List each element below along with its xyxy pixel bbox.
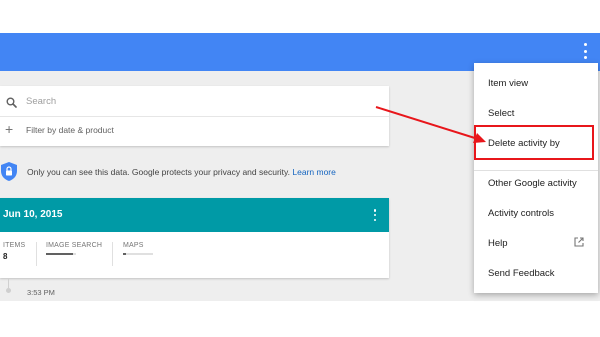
menu-item-help[interactable]: Help xyxy=(474,229,598,257)
stat-divider xyxy=(36,242,37,266)
shield-lock-icon xyxy=(0,161,18,187)
timeline-dot xyxy=(6,288,11,293)
search-input[interactable] xyxy=(26,92,366,110)
search-card: + Filter by date & product xyxy=(0,86,389,146)
timeline-entry: 3:53 PM xyxy=(0,278,389,301)
privacy-notice: Only you can see this data. Google prote… xyxy=(0,161,389,181)
menu-item-other-google-activity[interactable]: Other Google activity xyxy=(474,169,598,197)
stat-label: ITEMS xyxy=(3,242,26,249)
menu-item-label: Item view xyxy=(488,78,529,89)
stat-maps[interactable]: MAPS xyxy=(123,242,153,255)
menu-item-label: Select xyxy=(488,108,515,119)
overflow-menu: Item view Select Delete activity by Othe… xyxy=(474,63,598,293)
privacy-message: Only you can see this data. Google prote… xyxy=(27,167,291,177)
day-card-header: Jun 10, 2015 xyxy=(0,198,389,232)
stat-bar xyxy=(46,253,76,255)
stat-items[interactable]: ITEMS 8 xyxy=(3,242,25,261)
stat-value: 8 xyxy=(3,252,8,261)
menu-item-label: Help xyxy=(488,238,508,249)
privacy-text: Only you can see this data. Google prote… xyxy=(27,167,336,177)
stat-image-search[interactable]: IMAGE SEARCH xyxy=(46,242,102,255)
day-card-date: Jun 10, 2015 xyxy=(3,209,63,220)
search-icon[interactable] xyxy=(6,95,17,113)
timeline-time: 3:53 PM xyxy=(27,288,55,297)
stat-divider xyxy=(112,242,113,266)
stat-bar xyxy=(123,253,153,255)
menu-item-select[interactable]: Select xyxy=(474,99,598,127)
menu-item-activity-controls[interactable]: Activity controls xyxy=(474,199,598,227)
plus-icon[interactable]: + xyxy=(5,121,13,137)
menu-item-label: Send Feedback xyxy=(488,268,555,279)
search-row xyxy=(0,86,389,117)
filter-row[interactable]: + Filter by date & product xyxy=(0,117,389,146)
menu-item-label: Other Google activity xyxy=(488,178,577,189)
open-in-new-icon xyxy=(574,237,584,250)
more-vert-icon[interactable] xyxy=(373,209,377,221)
menu-item-send-feedback[interactable]: Send Feedback xyxy=(474,259,598,287)
menu-item-item-view[interactable]: Item view xyxy=(474,69,598,97)
annotation-highlight-box xyxy=(474,125,594,160)
stat-label: IMAGE SEARCH xyxy=(46,242,103,249)
filter-label[interactable]: Filter by date & product xyxy=(26,125,114,135)
timeline-line xyxy=(8,278,9,288)
stat-label: MAPS xyxy=(123,242,144,249)
day-card-stats: ITEMS 8 IMAGE SEARCH MAPS xyxy=(0,232,389,278)
menu-item-label: Activity controls xyxy=(488,208,554,219)
more-options-icon[interactable] xyxy=(582,43,588,59)
learn-more-link[interactable]: Learn more xyxy=(292,167,335,177)
stat-bar-fill xyxy=(46,253,73,255)
stat-bar-fill xyxy=(123,253,126,255)
day-card: Jun 10, 2015 ITEMS 8 IMAGE SEARCH MAPS xyxy=(0,198,389,278)
